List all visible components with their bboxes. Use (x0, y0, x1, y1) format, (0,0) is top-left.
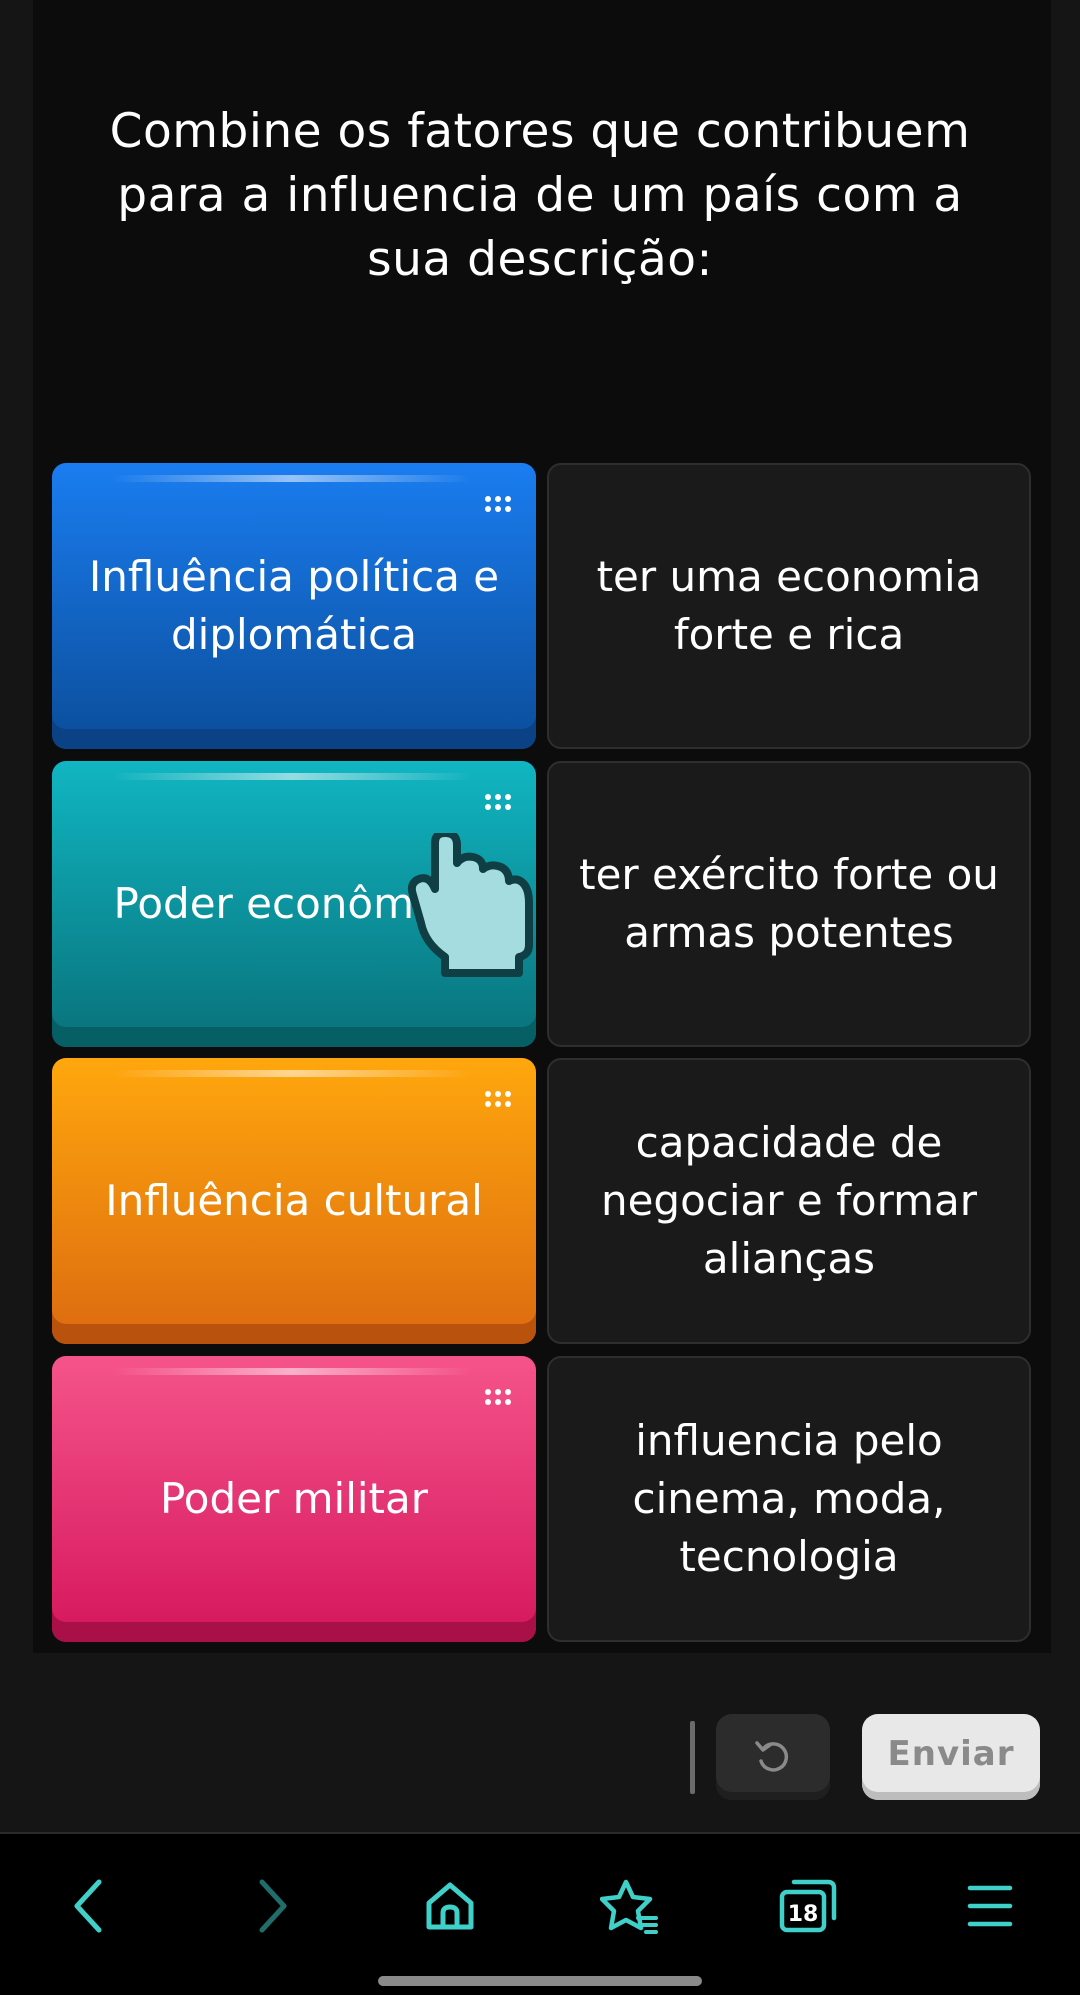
description-line: forte e rica (673, 610, 905, 659)
description-text: ter exército forte ou armas potentes (579, 846, 999, 962)
description-line: ter exército forte ou (579, 850, 999, 899)
description-line: armas potentes (624, 908, 954, 957)
description-text: influencia pelo cinema, moda, tecnologia (633, 1412, 946, 1586)
drag-handle-icon[interactable] (484, 495, 512, 513)
card-label-line: diplomática (171, 610, 417, 659)
chevron-left-icon (74, 1879, 102, 1933)
star-list-icon (600, 1879, 658, 1934)
description-card[interactable]: capacidade de negociar e formar alianças (547, 1058, 1031, 1344)
question-line: sua descrição: (367, 232, 713, 287)
question-line: para a influencia de um país com a (117, 168, 963, 223)
undo-icon (755, 1741, 789, 1772)
home-icon (426, 1882, 474, 1930)
drag-card-military[interactable]: Poder militar (52, 1356, 536, 1642)
card-shine (112, 773, 472, 780)
description-line: tecnologia (679, 1532, 899, 1581)
nav-menu-button[interactable] (958, 1874, 1022, 1938)
card-shine (112, 475, 472, 482)
hamburger-menu-icon (967, 1885, 1013, 1927)
description-line: alianças (702, 1234, 876, 1283)
card-shine (112, 1070, 472, 1077)
drag-handle-icon[interactable] (484, 1090, 512, 1108)
drag-card-political[interactable]: Influência política e diplomática (52, 463, 536, 749)
card-shine (112, 1368, 472, 1375)
card-label-line: Influência cultural (105, 1176, 483, 1225)
card-label: Influência política e diplomática (89, 548, 499, 664)
submit-button[interactable]: Enviar (862, 1714, 1040, 1800)
nav-tabs-button[interactable]: 18 (776, 1874, 840, 1938)
nav-forward-button[interactable] (240, 1874, 304, 1938)
chevron-right-icon (259, 1879, 287, 1933)
system-home-indicator[interactable] (378, 1976, 702, 1986)
undo-button[interactable] (716, 1714, 830, 1800)
nav-home-button[interactable] (418, 1874, 482, 1938)
card-label: Influência cultural (105, 1172, 483, 1230)
tabs-icon: 18 (779, 1879, 837, 1933)
description-card[interactable]: influencia pelo cinema, moda, tecnologia (547, 1356, 1031, 1642)
toolbar-divider (690, 1721, 695, 1794)
description-text: capacidade de negociar e formar alianças (601, 1114, 977, 1288)
bottom-navigation: 18 (0, 1832, 1080, 1995)
drag-hint-hand-icon (407, 833, 533, 977)
description-card[interactable]: ter exército forte ou armas potentes (547, 761, 1031, 1047)
drag-handle-icon[interactable] (484, 793, 512, 811)
description-card[interactable]: ter uma economia forte e rica (547, 463, 1031, 749)
description-line: capacidade de (635, 1118, 943, 1167)
description-line: ter uma economia (596, 552, 982, 601)
description-line: influencia pelo (635, 1416, 943, 1465)
description-line: negociar e formar (600, 1176, 978, 1225)
card-label: Poder militar (160, 1470, 428, 1528)
description-line: cinema, moda, (632, 1474, 946, 1523)
drag-card-cultural[interactable]: Influência cultural (52, 1058, 536, 1344)
tabs-count: 18 (788, 1902, 819, 1927)
description-text: ter uma economia forte e rica (597, 548, 982, 664)
nav-back-button[interactable] (57, 1874, 121, 1938)
question-line: Combine os fatores que contribuem (109, 104, 971, 159)
card-label-line: Influência política e (88, 552, 500, 601)
card-label-line: Poder militar (159, 1474, 429, 1523)
drag-handle-icon[interactable] (484, 1388, 512, 1406)
question-text: Combine os fatores que contribuem para a… (60, 100, 1020, 292)
nav-favorites-button[interactable] (598, 1874, 662, 1938)
